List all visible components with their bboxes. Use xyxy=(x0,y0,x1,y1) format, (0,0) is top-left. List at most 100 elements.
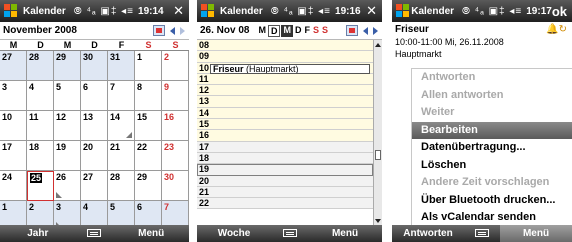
day-cell[interactable]: 15 xyxy=(135,111,162,141)
softkey-left-week[interactable]: Woche xyxy=(197,228,271,239)
day-cell[interactable]: 29 xyxy=(54,51,81,81)
start-windows-icon[interactable] xyxy=(4,4,18,18)
day-cell[interactable]: 18 xyxy=(27,141,54,171)
week-day-button[interactable]: F xyxy=(303,25,311,37)
hour-slot[interactable]: 11 xyxy=(197,73,373,86)
week-day-button[interactable]: D xyxy=(294,25,303,37)
ok-button[interactable]: ok xyxy=(552,4,567,19)
hour-slot[interactable]: 13 xyxy=(197,96,373,108)
next-day-arrow-icon[interactable] xyxy=(373,26,378,35)
today-calendar-icon[interactable] xyxy=(153,25,165,36)
day-cell[interactable]: 23 xyxy=(162,141,189,171)
day-cell[interactable]: 20 xyxy=(81,141,108,171)
hour-slot[interactable]: 15 xyxy=(197,119,373,131)
day-cell[interactable]: 9 xyxy=(162,81,189,111)
day-cell[interactable]: 12 xyxy=(54,111,81,141)
scroll-down-arrow-icon[interactable] xyxy=(375,219,381,223)
today-calendar-icon[interactable] xyxy=(346,25,358,36)
status-icons[interactable]: ⦾ ⁴ₐ ▣‡ ◂≡ xyxy=(462,6,522,17)
day-cell[interactable]: 6 xyxy=(81,81,108,111)
day-cell[interactable]: 30 xyxy=(162,171,189,201)
day-cell[interactable]: 4 xyxy=(27,81,54,111)
month-title[interactable]: November 2008 xyxy=(3,25,77,36)
prev-month-arrow-icon[interactable] xyxy=(170,26,175,35)
menu-item[interactable]: Als vCalendar senden xyxy=(412,209,572,227)
hour-slot[interactable]: 18 xyxy=(197,152,373,165)
hour-slot[interactable]: 17 xyxy=(197,141,373,153)
day-cell[interactable]: 27 xyxy=(81,171,108,201)
day-cell[interactable]: 19 xyxy=(54,141,81,171)
next-month-arrow-icon[interactable] xyxy=(180,26,185,35)
day-cell[interactable]: 3 xyxy=(0,81,27,111)
softkey-left-year[interactable]: Jahr xyxy=(0,228,76,239)
day-cell[interactable]: 11 xyxy=(27,111,54,141)
clock[interactable]: 19:16 xyxy=(335,6,361,17)
day-cell[interactable]: 14 xyxy=(108,111,135,141)
day-cell[interactable]: 25 xyxy=(27,171,54,201)
week-day-selector: MDMDFSS xyxy=(257,24,329,37)
day-cell[interactable]: 21 xyxy=(108,141,135,171)
week-day-button[interactable]: D xyxy=(267,24,281,37)
day-cell[interactable]: 1 xyxy=(135,51,162,81)
day-cell[interactable]: 2 xyxy=(162,51,189,81)
softkey-right-menu[interactable]: Menü xyxy=(113,228,189,239)
close-icon[interactable]: ✕ xyxy=(366,3,377,19)
hour-slot[interactable]: 08 xyxy=(197,40,373,52)
hour-slot[interactable]: 20 xyxy=(197,175,373,187)
day-cell[interactable]: 28 xyxy=(27,51,54,81)
menu-item[interactable]: Löschen xyxy=(412,157,572,175)
day-cell[interactable]: 29 xyxy=(135,171,162,201)
hour-slot[interactable]: 21 xyxy=(197,186,373,199)
scroll-up-arrow-icon[interactable] xyxy=(375,43,381,47)
day-cell[interactable]: 24 xyxy=(0,171,27,201)
hour-slot[interactable]: 09 xyxy=(197,51,373,63)
day-cell[interactable]: 30 xyxy=(81,51,108,81)
week-day-button[interactable]: S xyxy=(321,25,329,37)
softkey-left-reply[interactable]: Antworten xyxy=(392,228,464,239)
hour-slot[interactable]: 22 xyxy=(197,198,373,210)
day-cell[interactable]: 17 xyxy=(0,141,27,171)
day-cell[interactable]: 13 xyxy=(81,111,108,141)
vertical-scrollbar[interactable] xyxy=(373,40,382,226)
menu-item[interactable]: Bearbeiten xyxy=(412,121,572,139)
day-cell[interactable]: 28 xyxy=(108,171,135,201)
clock[interactable]: 19:14 xyxy=(138,6,164,17)
day-number: 29 xyxy=(137,172,148,182)
appointment-block[interactable]: Friseur (Hauptmarkt) xyxy=(210,63,370,74)
day-number: 10 xyxy=(2,112,13,122)
clock[interactable]: 19:17 xyxy=(526,6,552,17)
status-icons[interactable]: ⦾ ⁴ₐ ▣‡ ◂≡ xyxy=(271,6,331,17)
week-day-button[interactable]: M xyxy=(281,24,293,37)
day-cell[interactable]: 10 xyxy=(0,111,27,141)
scroll-thumb[interactable] xyxy=(375,150,381,160)
day-cell[interactable]: 31 xyxy=(108,51,135,81)
status-icons[interactable]: ⦾ ⁴ₐ ▣‡ ◂≡ xyxy=(74,6,134,17)
start-windows-icon[interactable] xyxy=(201,4,215,18)
day-number: 3 xyxy=(56,202,62,212)
day-cell[interactable]: 7 xyxy=(108,81,135,111)
menu-item[interactable]: Über Bluetooth drucken... xyxy=(412,192,572,210)
hour-slot[interactable]: 14 xyxy=(197,107,373,120)
hour-slot[interactable]: 12 xyxy=(197,85,373,97)
keyboard-icon[interactable] xyxy=(76,228,114,239)
menu-item[interactable]: Datenübertragung... xyxy=(412,139,572,157)
start-windows-icon[interactable] xyxy=(396,4,409,18)
day-cell[interactable]: 26 xyxy=(54,171,81,201)
week-day-button[interactable]: M xyxy=(257,25,267,37)
day-cell[interactable]: 22 xyxy=(135,141,162,171)
softkey-right-menu[interactable]: Menü xyxy=(308,228,382,239)
close-icon[interactable]: ✕ xyxy=(173,3,184,19)
hour-slot[interactable]: 10 Friseur (Hauptmarkt) xyxy=(197,62,373,74)
prev-day-arrow-icon[interactable] xyxy=(363,26,368,35)
keyboard-icon[interactable] xyxy=(464,228,500,239)
softkey-right-menu[interactable]: Menü xyxy=(500,225,572,242)
day-cell[interactable]: 27 xyxy=(0,51,27,81)
day-title[interactable]: 26. Nov 08 xyxy=(200,25,249,36)
day-cell[interactable]: 16 xyxy=(162,111,189,141)
day-cell[interactable]: 5 xyxy=(54,81,81,111)
hour-slot[interactable]: 19 xyxy=(197,164,373,176)
hour-slot[interactable]: 16 xyxy=(197,130,373,142)
keyboard-icon[interactable] xyxy=(271,228,308,239)
week-day-button[interactable]: S xyxy=(312,25,320,37)
day-cell[interactable]: 8 xyxy=(135,81,162,111)
